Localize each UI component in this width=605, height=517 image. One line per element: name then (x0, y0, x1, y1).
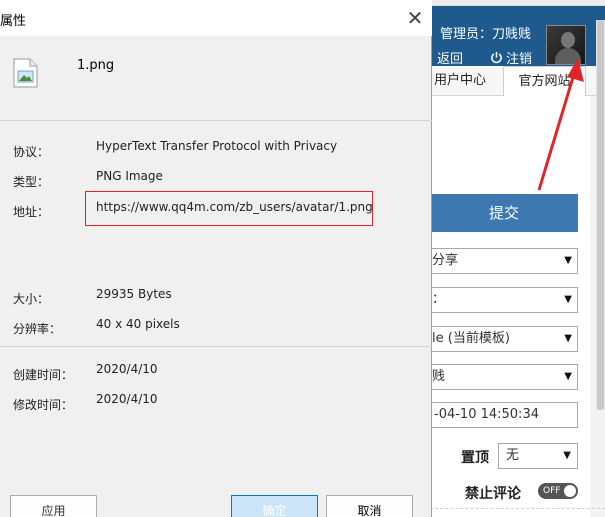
author-select-value: 贱 (432, 369, 446, 384)
type-select[interactable]: ： ▼ (430, 287, 578, 313)
close-icon[interactable]: ✕ (404, 8, 426, 30)
ok-button[interactable]: 确定 (231, 495, 318, 517)
file-name: 1.png (77, 58, 115, 73)
created-value: 2020/4/10 (96, 362, 158, 376)
template-select[interactable]: le (当前模板) ▼ (430, 326, 578, 352)
category-select-value: 分享 (432, 253, 459, 268)
submit-button[interactable]: 提交 (430, 194, 578, 232)
size-value: 29935 Bytes (96, 287, 172, 301)
category-select[interactable]: 分享 ▼ (430, 248, 578, 274)
template-select-value: le (当前模板) (432, 331, 510, 346)
avatar[interactable] (546, 25, 586, 65)
url-highlight-box (85, 191, 373, 226)
power-icon (491, 51, 502, 64)
divider (0, 120, 432, 121)
resolution-label: 分辨率： (13, 322, 62, 336)
apply-button[interactable]: 应用 (10, 495, 97, 517)
tab-user-center[interactable]: 用户中心 (420, 66, 500, 96)
chevron-down-icon: ▼ (564, 371, 572, 382)
modified-label: 修改时间： (13, 398, 74, 412)
logout-link[interactable]: 注销 (490, 48, 532, 67)
dialog-title: 属性 (0, 14, 27, 29)
chevron-down-icon: ▼ (564, 333, 572, 344)
properties-dialog: 属性 ✕ 1.png 协议： HyperText Transfer Protoc… (0, 0, 432, 517)
chevron-down-icon: ▼ (564, 255, 572, 266)
logout-label: 注销 (506, 52, 533, 67)
modified-value: 2020/4/10 (96, 392, 158, 406)
resolution-value: 40 x 40 pixels (96, 317, 180, 331)
cancel-button[interactable]: 取消 (326, 495, 413, 517)
type-select-value: ： (432, 292, 446, 307)
toggle-knob (564, 485, 576, 497)
datetime-input[interactable]: -04-10 14:50:34 (430, 402, 578, 428)
type-label: 类型： (13, 175, 50, 189)
divider (430, 508, 605, 509)
pin-label: 置顶 (461, 450, 489, 466)
tab-official-site[interactable]: 官方网站 (503, 66, 586, 96)
created-label: 创建时间： (13, 368, 74, 382)
pin-select-value: 无 (506, 448, 520, 463)
protocol-value: HyperText Transfer Protocol with Privacy (96, 139, 338, 153)
toggle-label: OFF (543, 486, 561, 496)
chevron-down-icon: ▼ (564, 294, 572, 305)
protocol-label: 协议： (13, 145, 50, 159)
disable-comment-label: 禁止评论 (465, 486, 521, 502)
address-label: 地址： (13, 205, 50, 219)
back-link[interactable]: 返回 (437, 48, 463, 67)
file-image-icon (13, 58, 38, 88)
page-scrollbar[interactable] (596, 20, 605, 410)
scrollbar-thumb[interactable] (597, 20, 604, 410)
type-value: PNG Image (96, 169, 163, 183)
admin-name: 管理员：刀贱贱 (440, 27, 532, 42)
size-label: 大小： (13, 292, 50, 306)
author-select[interactable]: 贱 ▼ (430, 364, 578, 390)
dialog-titlebar: 属性 ✕ (0, 0, 432, 36)
pin-select[interactable]: 无 ▼ (498, 443, 578, 469)
divider (0, 346, 432, 347)
disable-comment-toggle[interactable]: OFF (538, 483, 578, 499)
chevron-down-icon: ▼ (563, 450, 571, 461)
